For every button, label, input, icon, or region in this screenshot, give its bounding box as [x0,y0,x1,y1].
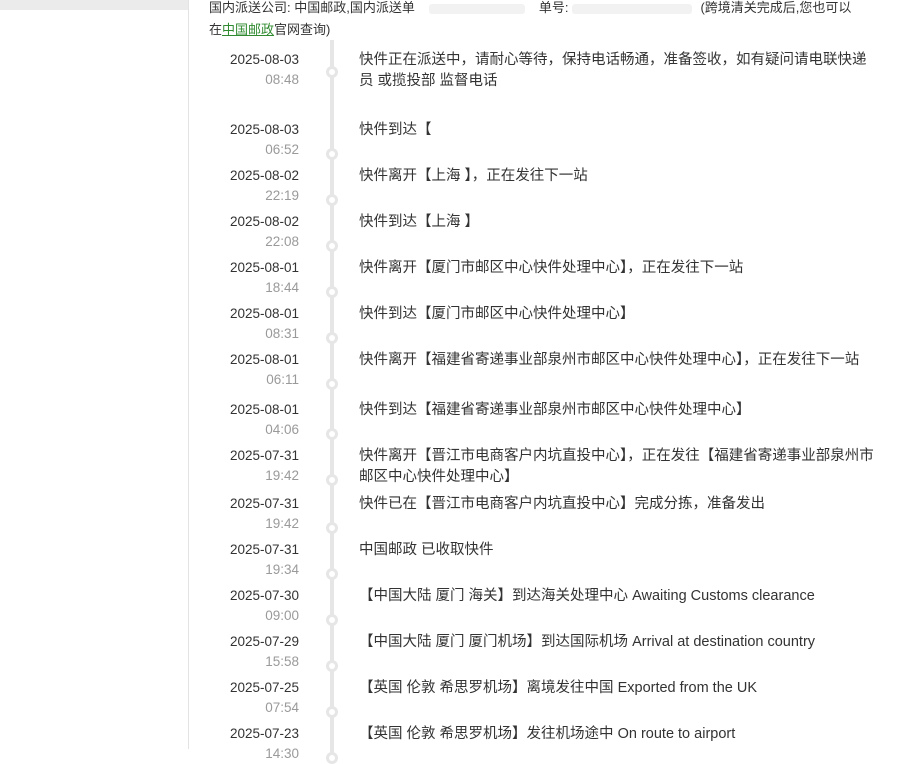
event-desc: 中国邮政 已收取快件 [359,542,494,558]
event-date: 2025-08-01 [229,306,299,321]
event-time: 19:42 [265,468,299,483]
event-time: 19:34 [265,562,299,577]
event-desc: 【英国 伦敦 希思罗机场】离境发往中国 Exported from the UK [359,680,758,696]
event-desc: 快件到达【厦门市邮区中心快件处理中心】 [359,306,635,322]
event-desc: 快件已在【晋江市电商客户内坑直投中心】完成分拣，准备发出 [359,496,765,512]
timeline-dot [326,66,338,78]
event-date: 2025-07-25 [229,680,299,695]
timeline-dot [326,240,338,252]
sidebar-header-bar [0,0,188,10]
event-desc: 【中国大陆 厦门 海关】到达海关处理中心 Awaiting Customs cl… [359,588,815,604]
event-date: 2025-07-23 [229,726,299,741]
timeline-dot [326,752,338,764]
event-time: 06:52 [265,142,299,157]
event-time: 22:19 [265,188,299,203]
event-date: 2025-07-29 [229,634,299,649]
event-date: 2025-08-03 [229,52,299,67]
event-date: 2025-08-03 [229,122,299,137]
timeline-dot [326,474,338,486]
event-date: 2025-07-31 [229,496,299,511]
event-date: 2025-07-31 [229,448,299,463]
event-time: 22:08 [265,234,299,249]
event-time: 18:44 [265,280,299,295]
event-desc: 【中国大陆 厦门 厦门机场】到达国际机场 Arrival at destinat… [359,634,816,650]
event-time: 08:48 [265,72,299,87]
event-desc: 快件到达【上海 】 [359,214,480,230]
event-desc: 快件离开【上海 】，正在发往下一站 [359,168,588,184]
event-time: 15:58 [265,654,299,669]
left-sidebar [0,0,189,749]
event-time: 06:11 [266,372,299,387]
timeline-dot [326,706,338,718]
event-time: 14:30 [265,746,299,761]
event-desc: 快件正在派送中，请耐心等待，保持电话畅通，准备签收，如有疑问请电联快递员 或揽投… [359,52,867,89]
timeline-dot [326,428,338,440]
event-date: 2025-08-02 [229,214,299,229]
tracking-timeline: 2025-08-03 08:48 快件正在派送中，请耐心等待，保持电话畅通，准备… [188,0,897,764]
timeline-dot [326,194,338,206]
event-time: 07:54 [265,700,299,715]
event-desc: 快件离开【晋江市电商客户内坑直投中心】，正在发往【福建省寄递事业部泉州市邮区中心… [359,448,874,485]
event-time: 19:42 [265,516,299,531]
timeline-dot [326,568,338,580]
event-date: 2025-08-01 [229,402,299,417]
event-date: 2025-08-01 [229,260,299,275]
event-desc: 快件离开【福建省寄递事业部泉州市邮区中心快件处理中心】，正在发往下一站 [359,352,860,368]
event-date: 2025-08-02 [229,168,299,183]
event-date: 2025-07-30 [229,588,299,603]
timeline-dot [326,660,338,672]
event-time: 09:00 [265,608,299,623]
event-time: 08:31 [265,326,299,341]
event-date: 2025-07-31 [229,542,299,557]
timeline-dot [326,148,338,160]
event-time: 04:06 [265,422,299,437]
event-desc: 快件离开【厦门市邮区中心快件处理中心】，正在发往下一站 [359,260,744,276]
event-desc: 快件到达【福建省寄递事业部泉州市邮区中心快件处理中心】 [359,402,751,418]
event-desc: 【英国 伦敦 希思罗机场】发往机场途中 On route to airport [359,726,736,742]
event-date: 2025-08-01 [229,352,299,367]
timeline-dot [326,522,338,534]
timeline-dot [326,614,338,626]
timeline-dot [326,378,338,390]
timeline-dot [326,286,338,298]
event-desc: 快件到达【 [359,122,432,138]
timeline-dot [326,332,338,344]
